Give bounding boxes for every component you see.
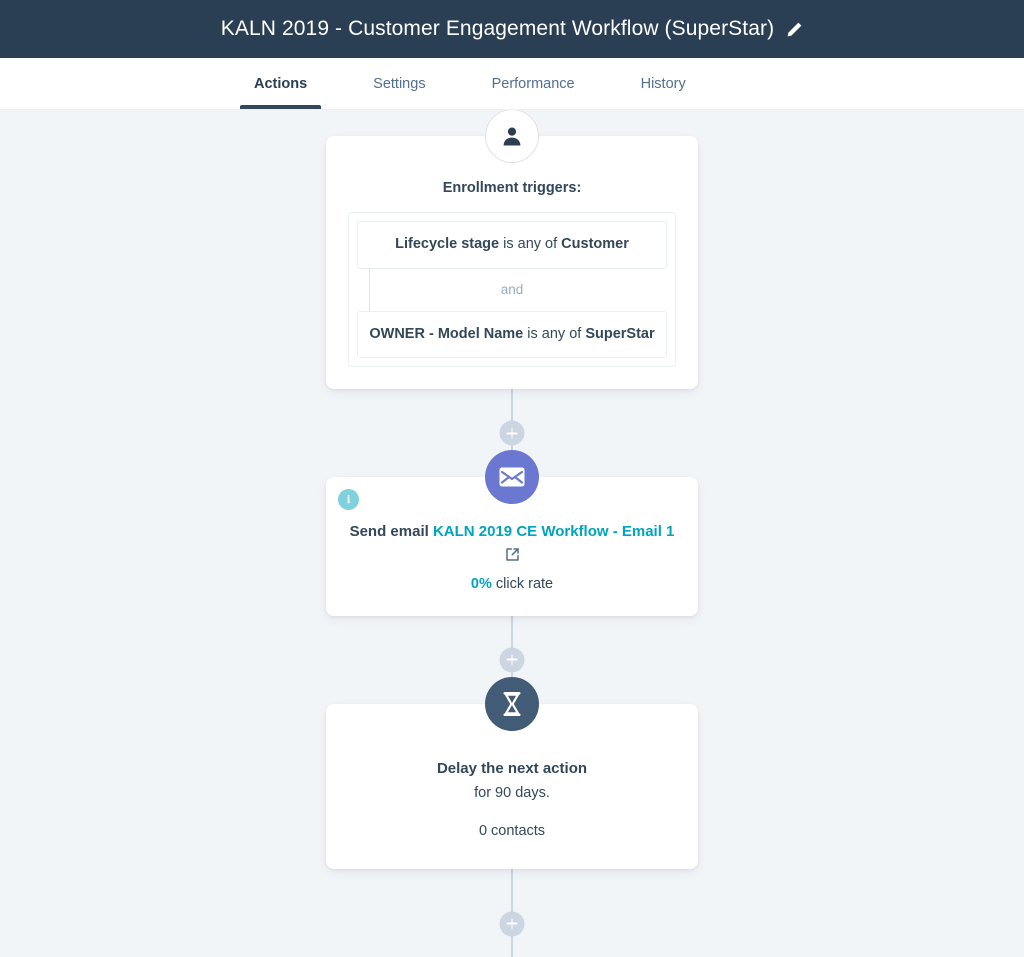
filter-join-label: and	[500, 282, 524, 298]
header-title-wrap: KALN 2019 - Customer Engagement Workflow…	[221, 17, 803, 41]
send-email-prefix: Send email	[349, 523, 433, 541]
filter-row-owner-model-name[interactable]: OWNER - Model Name is any of SuperStar	[357, 310, 667, 359]
delay-contacts-count: 0 contacts	[478, 822, 546, 839]
filter-operator: is any of	[503, 236, 558, 252]
filter-value: Customer	[561, 236, 629, 252]
hourglass-icon	[485, 676, 539, 731]
delay-duration: for 90 days.	[474, 784, 550, 801]
filter-property: OWNER - Model Name	[369, 325, 524, 342]
contact-person-icon	[485, 110, 539, 163]
filter-property: Lifecycle stage	[395, 236, 500, 252]
external-link-icon[interactable]	[505, 547, 520, 562]
info-icon-glyph: i	[346, 492, 351, 507]
workflow-canvas: Enrollment triggers: Lifecycle stage is …	[0, 110, 1024, 957]
tab-performance[interactable]: Performance	[478, 58, 589, 109]
tab-performance-label: Performance	[491, 75, 575, 92]
app-header: KALN 2019 - Customer Engagement Workflow…	[0, 0, 1024, 58]
workflow-flow: Enrollment triggers: Lifecycle stage is …	[326, 110, 698, 957]
filter-join-row: and	[357, 267, 667, 312]
page-title: KALN 2019 - Customer Engagement Workflow…	[220, 17, 775, 40]
tab-settings-label: Settings	[373, 75, 426, 92]
send-email-line: Send email KALN 2019 CE Workflow - Email…	[348, 521, 676, 543]
filter-group: Lifecycle stage is any of Customer and O…	[348, 212, 676, 368]
filter-join-line	[369, 267, 370, 312]
tab-history-label: History	[640, 75, 686, 92]
tab-history[interactable]: History	[627, 58, 700, 109]
pencil-icon[interactable]	[786, 21, 803, 38]
enrollment-heading: Enrollment triggers:	[442, 180, 582, 196]
click-rate-stat: 0% click rate	[348, 576, 676, 592]
add-action-button[interactable]	[499, 420, 525, 446]
delay-action-card[interactable]: Delay the next action for 90 days. 0 con…	[326, 676, 698, 869]
tab-actions[interactable]: Actions	[240, 58, 322, 109]
connector-delay-to-next	[326, 868, 698, 957]
add-action-button[interactable]	[499, 647, 525, 673]
tab-settings[interactable]: Settings	[359, 58, 439, 109]
envelope-icon	[485, 450, 539, 505]
delay-title: Delay the next action	[436, 759, 588, 777]
tab-bar: Actions Settings Performance History	[0, 58, 1024, 110]
click-rate-value: 0%	[470, 575, 492, 592]
filter-operator: is any of	[527, 325, 582, 342]
email-name-link[interactable]: KALN 2019 CE Workflow - Email 1	[433, 523, 674, 540]
add-action-button[interactable]	[499, 911, 525, 937]
filter-value: SuperStar	[585, 325, 655, 342]
tab-actions-label: Actions	[254, 75, 308, 92]
filter-row-lifecycle-stage[interactable]: Lifecycle stage is any of Customer	[357, 221, 667, 269]
enrollment-trigger-card[interactable]: Enrollment triggers: Lifecycle stage is …	[326, 110, 698, 390]
send-email-action-card[interactable]: i Send email KALN 2019 CE Workflow - Ema…	[326, 450, 698, 616]
info-icon[interactable]: i	[338, 489, 359, 511]
click-rate-label: click rate	[491, 575, 554, 592]
